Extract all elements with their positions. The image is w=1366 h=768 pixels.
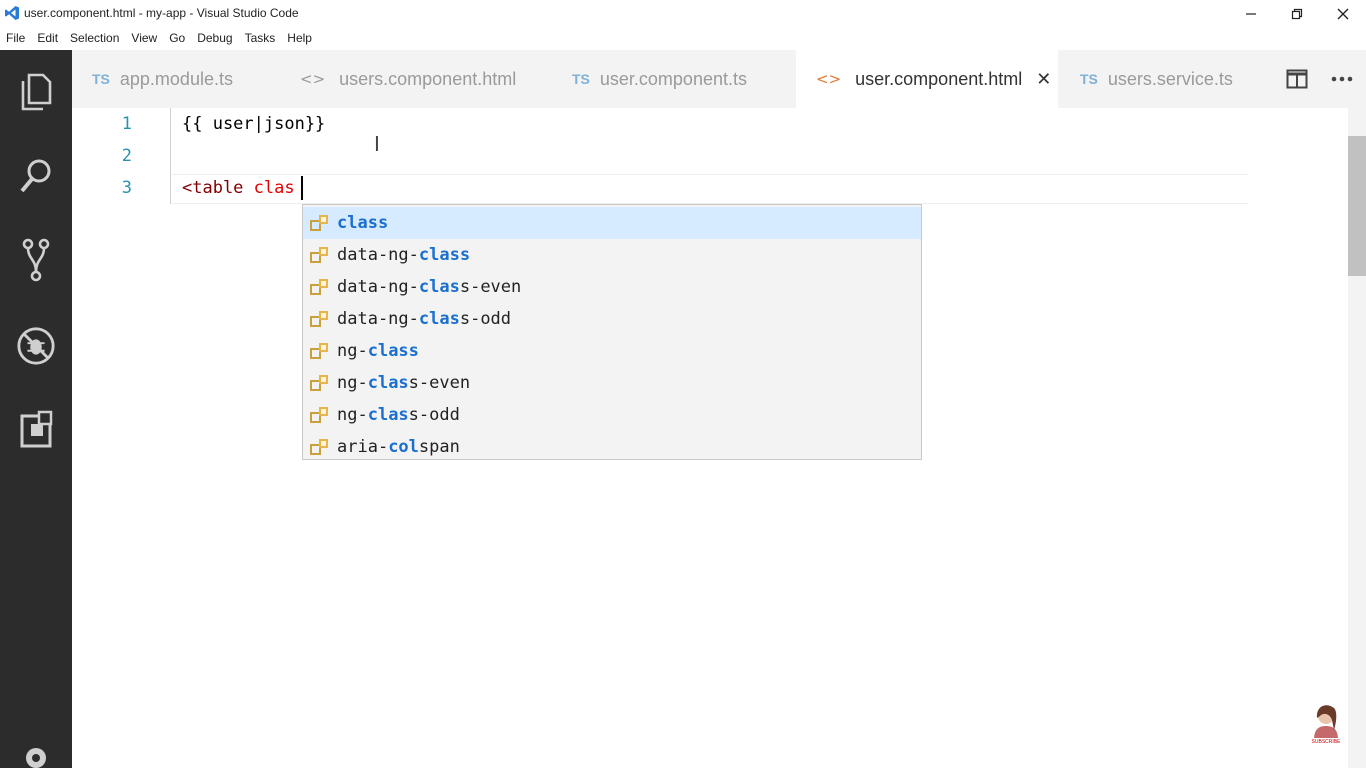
tab-label: users.service.ts	[1107, 68, 1233, 89]
menu-edit[interactable]: Edit	[31, 28, 64, 50]
menu-file[interactable]: File	[0, 28, 31, 50]
tab-users-component-html[interactable]: <> users.component.html	[280, 50, 552, 108]
property-icon	[310, 375, 328, 391]
menu-selection[interactable]: Selection	[64, 28, 125, 50]
search-icon[interactable]	[16, 154, 56, 198]
minimize-icon	[1246, 13, 1256, 15]
suggestion-match: class	[418, 245, 471, 265]
suggestion-suffix: s-odd	[459, 309, 512, 329]
code-line-1: {{ user|json}}	[182, 114, 326, 134]
minimize-button[interactable]	[1228, 0, 1274, 28]
suggestion-item[interactable]: ng-class	[303, 335, 921, 367]
settings-gear-icon[interactable]	[16, 742, 56, 768]
tab-label: users.component.html	[339, 68, 517, 89]
suggestion-match: clas	[418, 277, 460, 297]
extensions-icon[interactable]	[16, 408, 56, 452]
typescript-icon: TS	[572, 71, 590, 87]
menu-bar: File Edit Selection View Go Debug Tasks …	[0, 28, 1366, 50]
line-number: 2	[121, 146, 132, 166]
suggestion-item[interactable]: class	[303, 207, 921, 239]
property-icon	[310, 215, 328, 231]
typescript-icon: TS	[1080, 71, 1098, 87]
split-editor-icon	[1286, 69, 1308, 89]
suggestion-item[interactable]: ng-clas s-even	[303, 367, 921, 399]
restore-icon	[1291, 8, 1303, 20]
suggestion-prefix: data-ng-	[337, 309, 419, 329]
editor-tab-bar: TS app.module.ts <> users.component.html…	[72, 50, 1366, 108]
code-line-3: <table clas	[182, 178, 295, 198]
tab-label: user.component.html	[855, 68, 1023, 89]
tab-user-component-html[interactable]: <> user.component.html ✕	[796, 50, 1058, 108]
vscode-logo-icon	[5, 6, 19, 20]
current-line-highlight	[172, 174, 1248, 204]
line-number: 1	[121, 114, 132, 134]
indent-guide	[170, 108, 171, 204]
suggestion-prefix: aria-	[337, 437, 389, 457]
tab-app-module-ts[interactable]: TS app.module.ts	[72, 50, 278, 108]
suggestion-suffix: s-even	[459, 277, 522, 297]
close-icon	[1337, 8, 1349, 20]
suggestion-suffix: span	[418, 437, 460, 457]
menu-help[interactable]: Help	[281, 28, 318, 50]
suggestion-match: col	[388, 437, 419, 457]
suggestion-prefix: data-ng-	[337, 245, 419, 265]
menu-view[interactable]: View	[125, 28, 163, 50]
html-icon: <>	[300, 70, 326, 88]
suggestion-item[interactable]: ng-clas s-odd	[303, 399, 921, 431]
suggestion-match: clas	[367, 405, 409, 425]
suggestion-match: clas	[418, 309, 460, 329]
window-title: user.component.html - my-app - Visual St…	[24, 6, 299, 20]
menu-tasks[interactable]: Tasks	[239, 28, 282, 50]
html-tag-token: <table	[182, 178, 244, 198]
typescript-icon: TS	[92, 71, 110, 87]
tab-label: app.module.ts	[119, 68, 233, 89]
property-icon	[310, 343, 328, 359]
suggestion-item[interactable]: data-ng-clas s-even	[303, 271, 921, 303]
suggestion-item[interactable]: data-ng-class	[303, 239, 921, 271]
suggestion-match: class	[367, 341, 419, 361]
mouse-ibeam-cursor-icon: I	[374, 132, 380, 156]
menu-debug[interactable]: Debug	[191, 28, 238, 50]
scrollbar-thumb[interactable]	[1348, 136, 1366, 276]
attribute-token: clas	[243, 178, 295, 198]
line-number: 3	[121, 178, 132, 198]
suggestion-prefix: ng-	[337, 373, 368, 393]
title-bar: user.component.html - my-app - Visual St…	[0, 0, 1366, 28]
tab-user-component-ts[interactable]: TS user.component.ts	[552, 50, 794, 108]
restore-button[interactable]	[1274, 0, 1320, 28]
split-editor-button[interactable]	[1282, 62, 1312, 96]
suggestion-suffix: s-even	[408, 373, 471, 393]
more-actions-button[interactable]	[1326, 62, 1358, 96]
suggestion-item[interactable]: data-ng-clas s-odd	[303, 303, 921, 335]
tab-label: user.component.ts	[599, 68, 747, 89]
html-icon: <>	[816, 70, 842, 88]
property-icon	[310, 247, 328, 263]
close-tab-icon[interactable]: ✕	[1036, 69, 1051, 90]
text-cursor	[301, 176, 303, 200]
property-icon	[310, 311, 328, 327]
suggestion-suffix: s-odd	[408, 405, 460, 425]
autocomplete-suggestions: class data-ng-class data-ng-clas s-even d…	[302, 204, 922, 460]
menu-go[interactable]: Go	[163, 28, 191, 50]
property-icon	[310, 407, 328, 423]
svg-text:SUBSCRIBE: SUBSCRIBE	[1312, 739, 1342, 744]
close-window-button[interactable]	[1320, 0, 1366, 28]
property-icon	[310, 439, 328, 455]
activity-bar	[0, 50, 72, 768]
suggestion-match: class	[337, 213, 389, 233]
debug-icon[interactable]	[16, 324, 56, 368]
subscribe-avatar-icon[interactable]: SUBSCRIBE	[1306, 700, 1346, 744]
vertical-scrollbar[interactable]	[1348, 108, 1366, 768]
suggestion-match: clas	[367, 373, 409, 393]
suggestion-prefix: ng-	[337, 405, 368, 425]
source-control-icon[interactable]	[16, 238, 56, 282]
suggestion-prefix: data-ng-	[337, 277, 419, 297]
explorer-icon[interactable]	[16, 70, 56, 114]
suggestion-prefix: ng-	[337, 341, 368, 361]
ellipsis-icon	[1331, 76, 1353, 82]
property-icon	[310, 279, 328, 295]
tab-users-service-ts[interactable]: TS users.service.ts	[1060, 50, 1248, 108]
suggestion-item[interactable]: aria-col span	[303, 431, 921, 463]
